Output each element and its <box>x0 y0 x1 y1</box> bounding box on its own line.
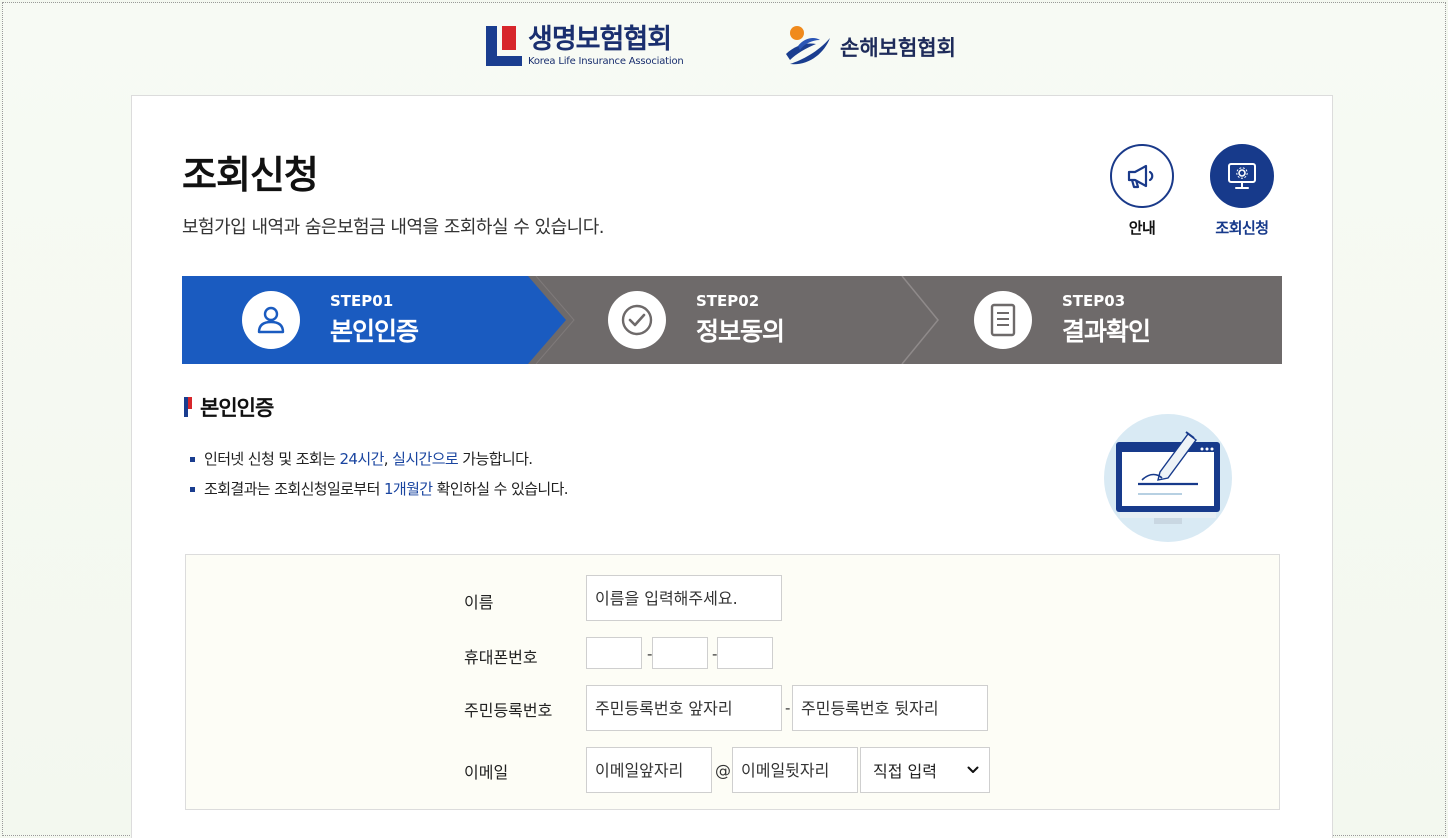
email-domain-selected-value: 직접 입력 <box>873 762 937 781</box>
email-at-sign: @ <box>715 761 731 780</box>
rrn-separator: - <box>785 699 791 717</box>
step-2: STEP02 정보동의 <box>608 276 785 364</box>
check-circle-icon <box>621 304 653 336</box>
info-item-2: 조회결과는 조회신청일로부터 1개월간 확인하실 수 있습니다. <box>190 474 569 504</box>
main-card: 조회신청 보험가입 내역과 숨은보험금 내역을 조회하실 수 있습니다. 안내 … <box>131 95 1333 838</box>
email-back-input[interactable] <box>741 760 849 780</box>
document-icon <box>990 303 1016 337</box>
name-label: 이름 <box>464 593 494 612</box>
phone-label: 휴대폰번호 <box>464 648 538 667</box>
name-input[interactable] <box>595 588 773 608</box>
info-item-1: 인터넷 신청 및 조회는 24시간, 실시간으로 가능합니다. <box>190 444 568 474</box>
page-description: 보험가입 내역과 숨은보험금 내역을 조회하실 수 있습니다. <box>182 217 605 238</box>
identity-form: 이름 휴대폰번호 - - 주민등록번호 - 이메일 @ <box>185 554 1280 810</box>
step-1-name: 본인인증 <box>330 317 419 346</box>
life-insurance-mark-icon <box>486 24 522 68</box>
section-title-text: 본인인증 <box>200 396 274 420</box>
rrn-back-input[interactable] <box>801 698 979 718</box>
phone-input-2[interactable] <box>661 643 699 663</box>
name-field[interactable] <box>586 575 782 621</box>
step-3-name: 결과확인 <box>1062 317 1151 346</box>
nonlife-insurance-mark-icon <box>786 26 830 65</box>
nonlife-logo-korean: 손해보험협회 <box>840 36 956 60</box>
step-1-number: STEP01 <box>330 292 394 310</box>
page-title: 조회신청 <box>182 153 319 197</box>
rrn-back-field[interactable] <box>792 685 988 731</box>
rrn-front-field[interactable] <box>586 685 782 731</box>
email-back-field[interactable] <box>732 747 858 793</box>
step-2-number: STEP02 <box>696 292 760 310</box>
rrn-front-input[interactable] <box>595 698 773 718</box>
chevron-down-icon <box>967 766 979 773</box>
phone-field-3[interactable] <box>717 637 773 669</box>
email-domain-select[interactable]: 직접 입력 <box>860 747 990 793</box>
step-1: STEP01 본인인증 <box>242 276 419 364</box>
phone-field-2[interactable] <box>652 637 708 669</box>
info-list: 인터넷 신청 및 조회는 24시간, 실시간으로 가능합니다. 조회결과는 조회… <box>190 444 569 504</box>
step-3-number: STEP03 <box>1062 292 1126 310</box>
quick-apply-label: 조회신청 <box>1215 219 1269 237</box>
section-title: 본인인증 <box>184 392 274 422</box>
quick-guide-button[interactable]: 안내 <box>1102 144 1182 238</box>
user-icon <box>257 306 285 334</box>
computer-pen-illustration-icon <box>1104 414 1232 542</box>
life-logo-english: Korea Life Insurance Association <box>528 56 684 67</box>
megaphone-icon <box>1127 164 1154 189</box>
step-2-name: 정보동의 <box>696 317 785 346</box>
email-front-input[interactable] <box>595 760 703 780</box>
quick-apply-button[interactable]: 조회신청 <box>1202 144 1282 238</box>
life-logo-korean: 생명보험협회 <box>528 24 672 55</box>
step-progress-bar: STEP01 본인인증 STEP02 정보동의 STEP03 결과확인 <box>182 276 1282 364</box>
email-front-field[interactable] <box>586 747 712 793</box>
quick-guide-label: 안내 <box>1128 219 1156 237</box>
phone-input-1[interactable] <box>595 643 633 663</box>
section-flag-icon <box>184 397 192 417</box>
step-3: STEP03 결과확인 <box>974 276 1151 364</box>
rrn-label: 주민등록번호 <box>464 701 553 720</box>
email-label: 이메일 <box>464 763 509 782</box>
logo-bar: 생명보험협회 Korea Life Insurance Association … <box>0 22 1448 72</box>
phone-field-1[interactable] <box>586 637 642 669</box>
monitor-settings-icon <box>1228 163 1256 189</box>
life-insurance-logo[interactable]: 생명보험협회 Korea Life Insurance Association <box>486 24 684 68</box>
nonlife-insurance-logo[interactable]: 손해보험협회 <box>784 24 956 70</box>
phone-input-3[interactable] <box>726 643 764 663</box>
